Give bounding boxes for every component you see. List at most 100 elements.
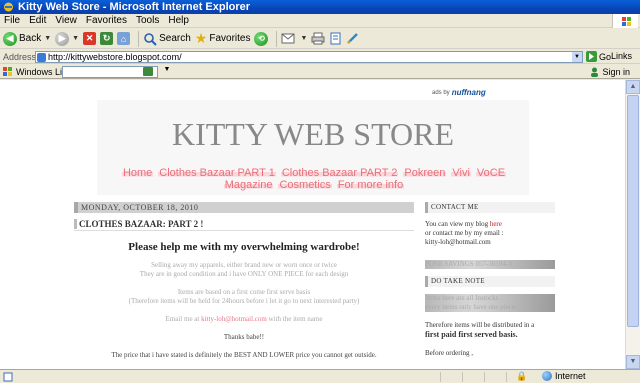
- scroll-up-icon[interactable]: ▲: [626, 80, 640, 94]
- go-arrow-icon: [586, 51, 597, 62]
- sidebar-text: You can view my blog here: [425, 220, 555, 229]
- refresh-icon: ↻: [100, 32, 114, 45]
- toolbar-divider: [138, 30, 140, 47]
- security-zone: Internet: [542, 371, 586, 381]
- address-url: http://kittywebstore.blogspot.com/: [48, 52, 182, 62]
- chevron-down-icon[interactable]: ▼: [44, 35, 51, 42]
- address-input[interactable]: http://kittywebstore.blogspot.com/ ▼: [35, 51, 583, 63]
- go-label: Go: [599, 51, 612, 62]
- home-icon: ⌂: [117, 32, 131, 45]
- sidebar-text: every items only have one piece.: [425, 303, 555, 312]
- web-page[interactable]: ads by nuffnang KITTY WEB STORE Home Clo…: [0, 80, 625, 369]
- nav-menu: Home Clothes Bazaar PART 1 Clothes Bazaa…: [100, 167, 528, 191]
- chevron-down-icon[interactable]: ▼: [572, 52, 582, 62]
- nav-home[interactable]: Home: [121, 167, 154, 179]
- address-label: Address: [3, 51, 37, 62]
- refresh-button[interactable]: ↻: [100, 30, 114, 48]
- zone-label: Internet: [555, 371, 586, 381]
- contact-email: kitty-loh@hotmail.com: [425, 238, 491, 246]
- windows-live-icon: [3, 67, 13, 76]
- menu-favorites[interactable]: Favorites: [86, 15, 127, 26]
- back-button[interactable]: ◀ Back ▼: [3, 30, 51, 48]
- forward-button[interactable]: ▶ ▼: [55, 30, 79, 48]
- sidebar-heading: DO TAKE NOTE: [425, 276, 555, 287]
- nav-bazaar-part2[interactable]: Clothes Bazaar PART 2: [280, 167, 399, 179]
- post-text: (Therefore items will be held for 24hour…: [128, 297, 360, 305]
- sidebar: CONTACT ME You can view my blog here or …: [425, 202, 555, 358]
- nav-magazine[interactable]: Magazine: [223, 179, 274, 191]
- history-button[interactable]: ⟲: [254, 30, 269, 48]
- chevron-down-icon[interactable]: ▼: [162, 66, 172, 77]
- nav-cosmetics[interactable]: Cosmetics: [278, 179, 332, 191]
- scroll-thumb[interactable]: [627, 95, 639, 327]
- back-arrow-icon: ◀: [3, 31, 17, 46]
- stop-button[interactable]: ✕: [83, 30, 97, 48]
- post-email-line: Email me at kitty-loh@hotmail.com with t…: [74, 315, 414, 324]
- menu-file[interactable]: File: [4, 15, 20, 26]
- site-title: KITTY WEB STORE: [171, 116, 455, 152]
- globe-icon: [542, 371, 552, 381]
- back-label: Back: [19, 33, 42, 44]
- sidebar-text: first paid first served basis.: [425, 330, 555, 340]
- favorites-button[interactable]: ★ Favorites: [195, 30, 251, 48]
- toolbar: ◀ Back ▼ ▶ ▼ ✕ ↻ ⌂ Search ★ Favorites ⟲ …: [0, 29, 640, 49]
- nav-voce[interactable]: VoCE: [475, 167, 507, 179]
- ad-brand: nuffnang: [451, 88, 486, 97]
- edit-button[interactable]: [329, 30, 342, 48]
- status-divider: [506, 372, 507, 382]
- windows-live-bar: Windows Live ▼ Sign in: [0, 65, 640, 79]
- divider: [74, 230, 414, 231]
- address-bar: Address http://kittywebstore.blogspot.co…: [0, 50, 640, 64]
- user-icon: [591, 67, 599, 77]
- post-text: Items are based on a first come first se…: [177, 288, 311, 296]
- status-divider: [440, 372, 441, 382]
- sidebar-text: or contact me by my email :: [425, 229, 504, 237]
- menu-help[interactable]: Help: [168, 15, 189, 26]
- print-button[interactable]: [311, 30, 325, 48]
- nav-more-info[interactable]: For more info: [336, 179, 405, 191]
- email-suffix: with the item name: [266, 315, 323, 323]
- post-column: MONDAY, OCTOBER 18, 2010 CLOTHES BAZAAR:…: [74, 202, 414, 360]
- messenger-button[interactable]: [346, 30, 359, 48]
- menu-bar: File Edit View Favorites Tools Help: [0, 14, 640, 28]
- search-button[interactable]: Search: [143, 30, 191, 48]
- windows-logo-icon: [612, 14, 638, 28]
- favorites-label: Favorites: [209, 33, 251, 44]
- sidebar-text: Therefore items will be distributed in a: [425, 321, 535, 329]
- mail-button[interactable]: ▼: [281, 30, 307, 48]
- live-search-icon[interactable]: [143, 67, 153, 76]
- menu-tools[interactable]: Tools: [136, 15, 159, 26]
- vertical-scrollbar[interactable]: ▲ ▼: [625, 80, 640, 369]
- nav-bazaar-part1[interactable]: Clothes Bazaar PART 1: [158, 167, 276, 179]
- chevron-down-icon[interactable]: ▼: [72, 35, 79, 42]
- go-button[interactable]: Go: [586, 51, 611, 62]
- home-button[interactable]: ⌂: [117, 30, 131, 48]
- post-text: The price that i have stated is definite…: [111, 351, 377, 359]
- post-date: MONDAY, OCTOBER 18, 2010: [74, 202, 414, 213]
- menu-edit[interactable]: Edit: [29, 15, 46, 26]
- bold-note: first paid first served basis.: [425, 330, 518, 339]
- nav-vivi[interactable]: Vivi: [451, 167, 471, 179]
- menu-view[interactable]: View: [55, 15, 77, 26]
- sign-in-button[interactable]: Sign in: [590, 67, 630, 77]
- forward-arrow-icon: ▶: [55, 31, 70, 46]
- post-heading: Please help me with my overwhelming ward…: [128, 241, 360, 253]
- search-icon: [144, 32, 157, 46]
- nuffnang-ad[interactable]: ads by nuffnang: [432, 88, 486, 97]
- posb-account: POSB SAVINGS 057-36594-3: [425, 260, 555, 269]
- printer-icon: [311, 32, 325, 45]
- history-icon: ⟲: [254, 31, 269, 46]
- document-icon: [330, 32, 341, 45]
- pencil-icon: [347, 33, 359, 44]
- links-button[interactable]: Links: [611, 51, 632, 61]
- scroll-down-icon[interactable]: ▼: [626, 355, 640, 369]
- post-title[interactable]: CLOTHES BAZAAR: PART 2 !: [74, 219, 414, 229]
- search-label: Search: [159, 33, 191, 44]
- star-icon: ★: [194, 30, 208, 46]
- chevron-down-icon[interactable]: ▼: [300, 35, 307, 42]
- sign-in-label: Sign in: [602, 67, 630, 77]
- blog-link[interactable]: here: [490, 220, 502, 228]
- status-divider: [484, 372, 485, 382]
- nav-pokreen[interactable]: Pokreen: [403, 167, 447, 179]
- email-link[interactable]: kitty-loh@hotmail.com: [201, 315, 267, 323]
